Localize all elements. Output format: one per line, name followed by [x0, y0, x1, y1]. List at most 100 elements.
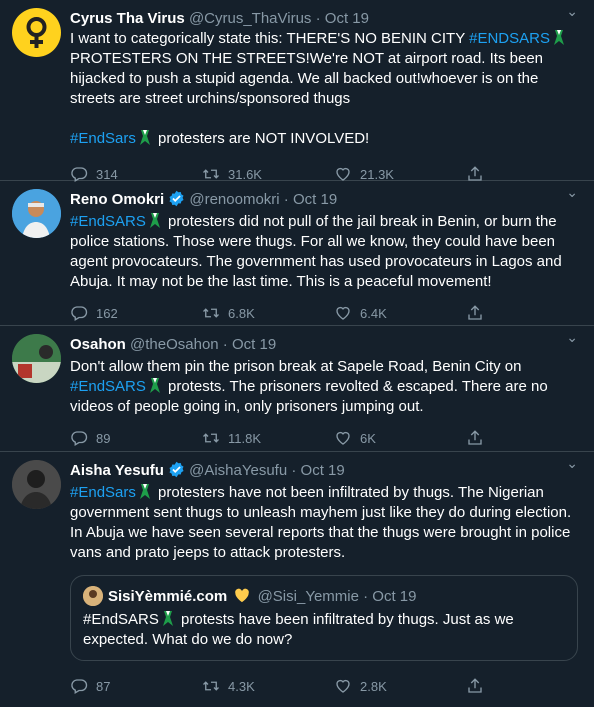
retweet-button[interactable]: 6.8K — [202, 304, 334, 322]
retweet-icon — [202, 429, 220, 447]
reply-count: 162 — [96, 305, 118, 321]
quoted-author-name[interactable]: SisiYèmmié.com — [108, 588, 227, 605]
ribbon-icon — [148, 377, 162, 394]
more-options-icon[interactable]: ⌄ — [566, 185, 578, 199]
retweet-count: 31.6K — [228, 166, 262, 182]
quoted-author-handle[interactable]: @Sisi_Yemmie — [258, 588, 359, 605]
reply-button[interactable]: 87 — [70, 677, 202, 695]
reply-button[interactable]: 89 — [70, 429, 202, 447]
retweet-button[interactable]: 11.8K — [202, 429, 334, 447]
like-count: 2.8K — [360, 678, 387, 694]
share-icon — [466, 304, 484, 322]
separator: · — [279, 191, 293, 208]
hashtag[interactable]: #EndSARS — [70, 213, 146, 230]
avatar[interactable] — [12, 460, 61, 509]
separator: · — [218, 336, 232, 353]
ribbon-icon — [138, 483, 152, 500]
hashtag[interactable]: #EndSARS — [70, 378, 146, 395]
author-handle[interactable]: @AishaYesufu — [189, 462, 287, 479]
tweet-text: Don't allow them pin the prison break at… — [70, 358, 548, 415]
reply-icon — [70, 677, 88, 695]
retweet-count: 6.8K — [228, 305, 255, 321]
separator: · — [287, 462, 301, 479]
like-count: 21.3K — [360, 166, 394, 182]
more-options-icon[interactable]: ⌄ — [566, 456, 578, 470]
author-handle[interactable]: @renoomokri — [189, 191, 279, 208]
avatar[interactable] — [12, 334, 61, 383]
avatar[interactable] — [12, 8, 61, 57]
tweet-date[interactable]: Oct 19 — [232, 336, 276, 353]
quoted-tweet[interactable]: SisiYèmmié.com @Sisi_Yemmie · Oct 19 #En… — [70, 575, 578, 661]
ribbon-icon — [552, 29, 566, 46]
protest-photo-icon — [12, 334, 61, 383]
hashtag[interactable]: #ENDSARS — [469, 30, 550, 47]
female-symbol-icon — [26, 17, 47, 48]
like-button[interactable]: 2.8K — [334, 677, 466, 695]
tweet-header: Cyrus Tha Virus @Cyrus_ThaVirus · Oct 19 — [70, 7, 578, 31]
author-name[interactable]: Osahon — [70, 336, 126, 353]
share-button[interactable] — [466, 677, 492, 695]
share-button[interactable] — [466, 304, 492, 322]
verified-badge-icon — [168, 461, 185, 478]
like-icon — [334, 304, 352, 322]
more-options-icon[interactable]: ⌄ — [566, 330, 578, 344]
tweet-text: #EndSars protesters have not been infilt… — [70, 483, 572, 561]
share-icon — [466, 677, 484, 695]
tweet-date[interactable]: Oct 19 — [301, 462, 345, 479]
person-photo-icon — [83, 586, 103, 606]
hashtag[interactable]: #EndSars — [70, 484, 136, 501]
person-photo-icon — [12, 460, 61, 509]
tweet-actions: 87 4.3K 2.8K — [70, 665, 578, 707]
tweet[interactable]: ⌄ Reno Omokri @renoomokri · Oct 19 #EndS… — [0, 181, 594, 326]
quoted-tweet-header: SisiYèmmié.com @Sisi_Yemmie · Oct 19 — [83, 586, 565, 608]
tweet-header: Reno Omokri @renoomokri · Oct 19 — [70, 188, 578, 212]
tweet-feed: ⌄ Cyrus Tha Virus @Cyrus_ThaVirus · Oct … — [0, 0, 594, 696]
quoted-tweet-date[interactable]: Oct 19 — [372, 588, 416, 605]
ribbon-icon — [138, 129, 152, 146]
reply-icon — [70, 429, 88, 447]
separator: · — [311, 10, 325, 27]
tweet-text: I want to categorically state this: THER… — [70, 29, 578, 149]
reply-count: 89 — [96, 430, 111, 446]
reply-button[interactable]: 162 — [70, 304, 202, 322]
like-count: 6K — [360, 430, 376, 446]
retweet-count: 11.8K — [228, 430, 262, 446]
retweet-button[interactable]: 4.3K — [202, 677, 334, 695]
ribbon-icon — [161, 610, 175, 627]
hashtag[interactable]: #EndSARS — [83, 611, 159, 628]
retweet-icon — [202, 677, 220, 695]
tweet[interactable]: ⌄ Cyrus Tha Virus @Cyrus_ThaVirus · Oct … — [0, 0, 594, 181]
ribbon-icon — [148, 212, 162, 229]
author-name[interactable]: Reno Omokri — [70, 191, 164, 208]
share-button[interactable] — [466, 429, 492, 447]
separator: · — [358, 588, 373, 605]
like-button[interactable]: 6.4K — [334, 304, 466, 322]
quoted-tweet-text: #EndSARS protests have been infiltrated … — [83, 610, 514, 648]
more-options-icon[interactable]: ⌄ — [566, 4, 578, 18]
author-handle[interactable]: @Cyrus_ThaVirus — [189, 10, 312, 27]
yellow-heart-icon — [235, 588, 250, 603]
tweet-text: #EndSARS protesters did not pull of the … — [70, 212, 562, 290]
reply-count: 87 — [96, 678, 111, 694]
author-handle[interactable]: @theOsahon — [130, 336, 219, 353]
tweet-header: Osahon @theOsahon · Oct 19 — [70, 333, 578, 357]
retweet-count: 4.3K — [228, 678, 255, 694]
like-icon — [334, 429, 352, 447]
tweet[interactable]: ⌄ Osahon @theOsahon · Oct 19 Don't allow… — [0, 326, 594, 452]
avatar[interactable] — [12, 189, 61, 238]
tweet-date[interactable]: Oct 19 — [293, 191, 337, 208]
quoted-avatar[interactable] — [83, 586, 103, 606]
share-icon — [466, 429, 484, 447]
tweet-date[interactable]: Oct 19 — [325, 10, 369, 27]
author-name[interactable]: Aisha Yesufu — [70, 462, 164, 479]
tweet-header: Aisha Yesufu @AishaYesufu · Oct 19 — [70, 459, 578, 483]
retweet-icon — [202, 304, 220, 322]
verified-badge-icon — [168, 190, 185, 207]
reply-count: 314 — [96, 166, 118, 182]
like-button[interactable]: 6K — [334, 429, 466, 447]
hashtag[interactable]: #EndSars — [70, 130, 136, 147]
tweet[interactable]: ⌄ Aisha Yesufu @AishaYesufu · Oct 19 #En… — [0, 452, 594, 696]
author-name[interactable]: Cyrus Tha Virus — [70, 10, 185, 27]
like-icon — [334, 677, 352, 695]
person-photo-icon — [12, 189, 61, 238]
